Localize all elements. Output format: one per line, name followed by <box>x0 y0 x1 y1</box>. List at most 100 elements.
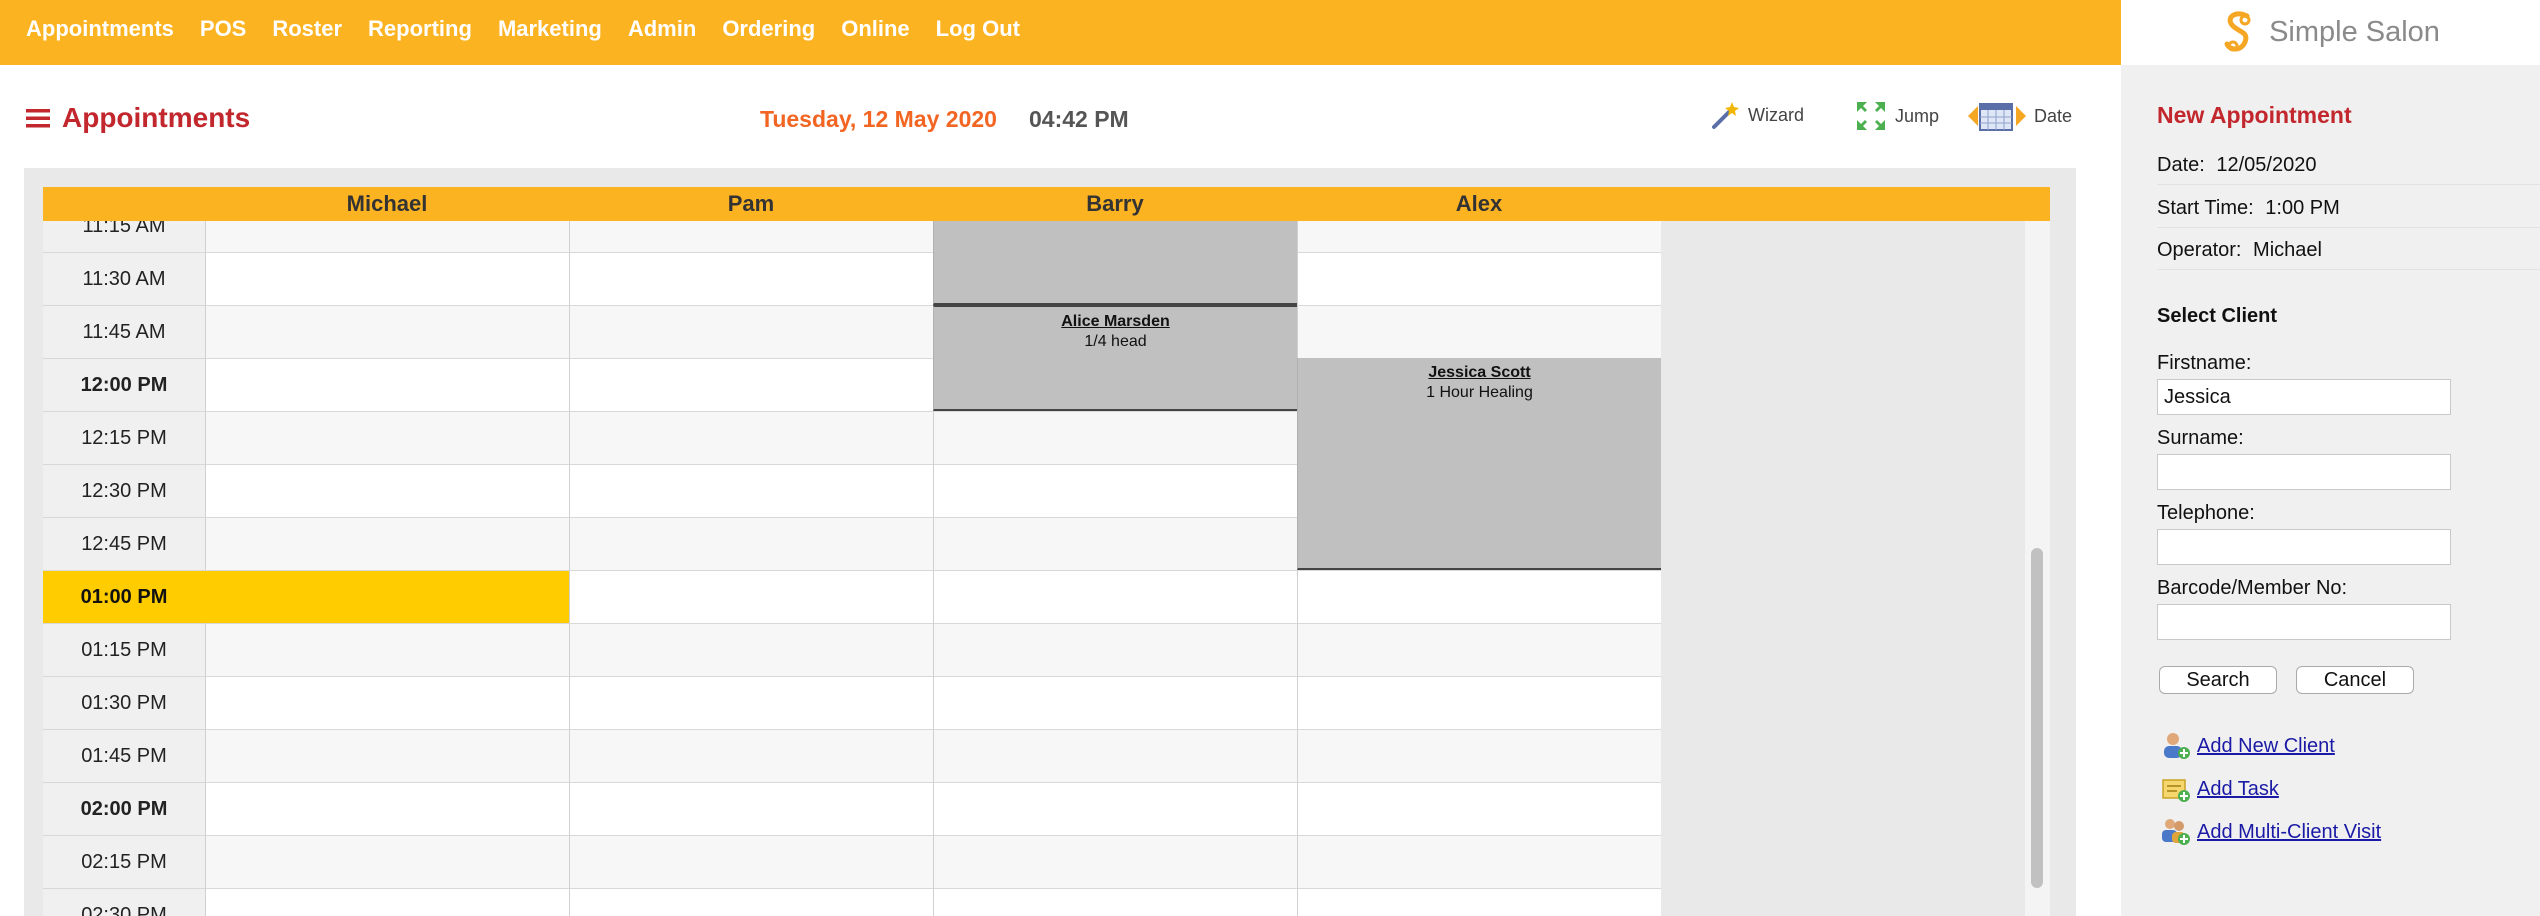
add-multi-client-visit-link[interactable]: Add Multi-Client Visit <box>2161 817 2381 847</box>
jump-button[interactable]: Jump <box>1855 100 1939 132</box>
add-task-link[interactable]: Add Task <box>2161 774 2279 804</box>
surname-input[interactable] <box>2157 454 2451 490</box>
time-slot-alex[interactable] <box>1297 623 1661 676</box>
time-slot-pam[interactable] <box>569 888 933 916</box>
time-slot-barry[interactable] <box>933 517 1297 570</box>
time-slot-pam[interactable] <box>569 464 933 517</box>
time-slot-michael-selected[interactable] <box>205 570 569 623</box>
time-slot-barry[interactable] <box>933 782 1297 835</box>
time-slot-pam[interactable] <box>569 623 933 676</box>
empty-column-area <box>1661 570 2021 623</box>
time-slot-pam[interactable] <box>569 835 933 888</box>
time-slot-michael[interactable] <box>205 252 569 305</box>
time-slot-alex[interactable] <box>1297 570 1661 623</box>
empty-column-area <box>1661 411 2021 464</box>
appointment-client-name[interactable]: Jessica Scott <box>1298 364 1661 382</box>
time-slot-michael[interactable] <box>205 888 569 916</box>
cancel-button[interactable]: Cancel <box>2296 666 2414 694</box>
time-slot-barry[interactable] <box>933 676 1297 729</box>
start-time-row: Start Time: 1:00 PM <box>2157 197 2340 220</box>
time-slot-michael[interactable] <box>205 358 569 411</box>
time-slot-michael[interactable] <box>205 676 569 729</box>
date-button[interactable]: Date <box>1968 100 2072 132</box>
time-slot-pam[interactable] <box>569 358 933 411</box>
nav-appointments[interactable]: Appointments <box>26 16 174 42</box>
time-slot-barry[interactable] <box>933 464 1297 517</box>
nav-ordering[interactable]: Ordering <box>722 16 815 42</box>
time-slot-alex[interactable] <box>1297 729 1661 782</box>
add-multi-client-visit-text[interactable]: Add Multi-Client Visit <box>2197 821 2381 844</box>
time-slot-michael[interactable] <box>205 782 569 835</box>
appointment-client-name[interactable]: Alice Marsden <box>934 313 1297 331</box>
time-slot-barry[interactable] <box>933 570 1297 623</box>
time-slot-barry[interactable] <box>933 888 1297 916</box>
firstname-input[interactable] <box>2157 379 2451 415</box>
time-slot-pam[interactable] <box>569 221 933 252</box>
nav-roster[interactable]: Roster <box>272 16 342 42</box>
barcode-input[interactable] <box>2157 604 2451 640</box>
add-new-client-link[interactable]: Add New Client <box>2161 731 2335 761</box>
time-slot-michael[interactable] <box>205 221 569 252</box>
time-slot-michael[interactable] <box>205 305 569 358</box>
time-slot-alex[interactable] <box>1297 888 1661 916</box>
time-slot-alex[interactable] <box>1297 676 1661 729</box>
add-new-client-text[interactable]: Add New Client <box>2197 735 2335 758</box>
date-label: Date: <box>2157 154 2205 176</box>
jump-label: Jump <box>1895 105 1940 126</box>
time-label: 12:30 PM <box>43 464 205 517</box>
time-slot-barry[interactable] <box>933 835 1297 888</box>
date-label: Date <box>2034 105 2073 126</box>
telephone-input[interactable] <box>2157 529 2451 565</box>
time-label: 11:45 AM <box>43 305 205 358</box>
time-slot-michael[interactable] <box>205 729 569 782</box>
time-slot-pam[interactable] <box>569 782 933 835</box>
time-slot-pam[interactable] <box>569 570 933 623</box>
calendar-scrollbar[interactable] <box>2025 221 2050 916</box>
empty-column-area <box>1661 358 2021 411</box>
time-slot-pam[interactable] <box>569 729 933 782</box>
scrollbar-thumb[interactable] <box>2031 548 2043 888</box>
nav-online[interactable]: Online <box>841 16 909 42</box>
time-slot-alex[interactable] <box>1297 252 1661 305</box>
time-label: 12:15 PM <box>43 411 205 464</box>
appointment-block[interactable]: Jessica Scott 1 Hour Healing <box>1297 358 1661 570</box>
firstname-label: Firstname: <box>2157 352 2252 374</box>
time-slot-pam[interactable] <box>569 676 933 729</box>
add-group-icon <box>2162 819 2190 845</box>
time-label: 11:30 AM <box>43 252 205 305</box>
time-slot-alex[interactable] <box>1297 782 1661 835</box>
appointment-block[interactable]: Alice Marsden 1/4 head <box>933 305 1297 411</box>
time-slot-pam[interactable] <box>569 411 933 464</box>
appointment-service: 1 Hour Healing <box>1426 384 1533 401</box>
time-slot-pam[interactable] <box>569 305 933 358</box>
time-slot-pam[interactable] <box>569 517 933 570</box>
time-label: 01:15 PM <box>43 623 205 676</box>
nav-pos[interactable]: POS <box>200 16 246 42</box>
operator-value: Michael <box>2253 239 2322 261</box>
add-task-text[interactable]: Add Task <box>2197 778 2279 801</box>
nav-admin[interactable]: Admin <box>628 16 696 42</box>
nav-reporting[interactable]: Reporting <box>368 16 472 42</box>
time-slot-barry[interactable] <box>933 729 1297 782</box>
nav-marketing[interactable]: Marketing <box>498 16 602 42</box>
wizard-button[interactable]: Wizard <box>1710 100 1804 130</box>
empty-column-area <box>1661 729 2021 782</box>
time-slot-barry[interactable] <box>933 623 1297 676</box>
search-button[interactable]: Search <box>2159 666 2277 694</box>
hamburger-menu-icon[interactable] <box>26 108 50 128</box>
app-root: Appointments POS Roster Reporting Market… <box>0 0 2540 916</box>
time-slot-alex[interactable] <box>1297 221 1661 252</box>
operator-header-barry: Barry <box>1086 191 1144 216</box>
time-slot-alex[interactable] <box>1297 305 1661 358</box>
expand-arrows-icon <box>1857 102 1885 130</box>
time-slot-michael[interactable] <box>205 623 569 676</box>
time-slot-alex[interactable] <box>1297 835 1661 888</box>
time-slot-michael[interactable] <box>205 411 569 464</box>
time-slot-michael[interactable] <box>205 464 569 517</box>
time-slot-michael[interactable] <box>205 517 569 570</box>
time-slot-pam[interactable] <box>569 252 933 305</box>
time-slot-barry[interactable] <box>933 411 1297 464</box>
time-slot-michael[interactable] <box>205 835 569 888</box>
barcode-label: Barcode/Member No: <box>2157 577 2348 599</box>
nav-logout[interactable]: Log Out <box>936 16 1020 42</box>
